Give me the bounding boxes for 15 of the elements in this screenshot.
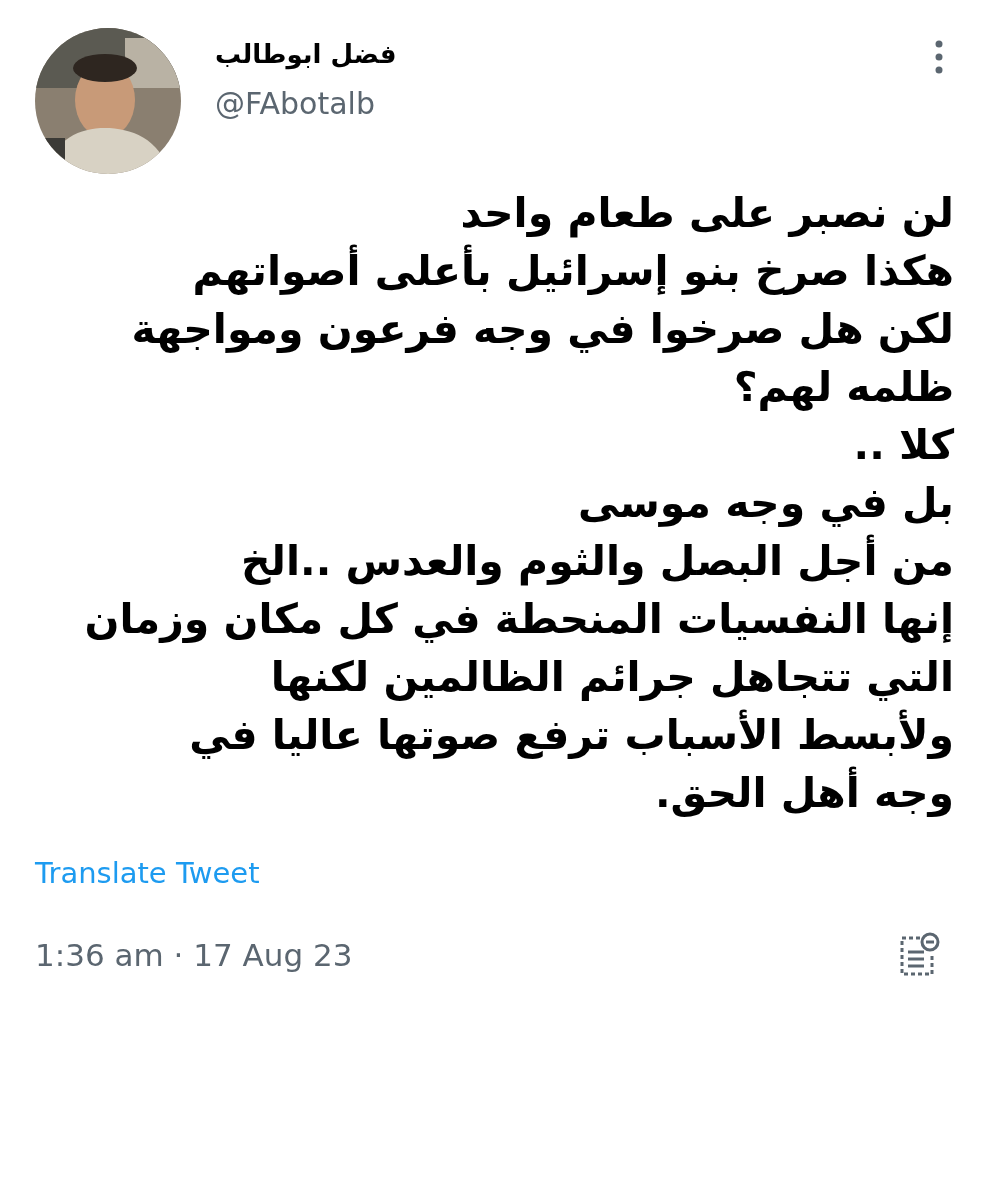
tweet-text-line: هكذا صرخ بنو إسرائيل بأعلى أصواتهم: [192, 242, 954, 300]
tweet-text-line: بل في وجه موسى: [578, 478, 954, 529]
tweet-text-line: وجه أهل الحق.: [654, 764, 954, 822]
tweet-text-line: إنها النفسيات المنحطة في كل مكان وزمان: [84, 594, 954, 645]
tweet-text-line: ظلمه لهم؟: [733, 362, 954, 413]
tweet-text-line: كلا ..: [853, 420, 954, 471]
tweet-text-line: التي تتجاهل جرائم الظالمين لكنها: [270, 652, 954, 703]
tweet-text-line: لكن هل صرخوا في وجه فرعون ومواجهة: [131, 304, 954, 355]
tweet-timestamp: 1:36 am · 17 Aug 23: [35, 935, 353, 975]
tweet-text-line: ولأبسط الأسباب ترفع صوتها عاليا في: [189, 708, 954, 761]
author-name[interactable]: فضل ابوطالب: [215, 36, 397, 72]
author-handle: @FAbotalb: [215, 85, 376, 123]
tweet-text-line: من أجل البصل والثوم والعدس ..الخ: [241, 532, 954, 590]
tweet-text-line: لن نصبر على طعام واحد: [460, 188, 954, 240]
more-options-icon[interactable]: [934, 40, 944, 74]
